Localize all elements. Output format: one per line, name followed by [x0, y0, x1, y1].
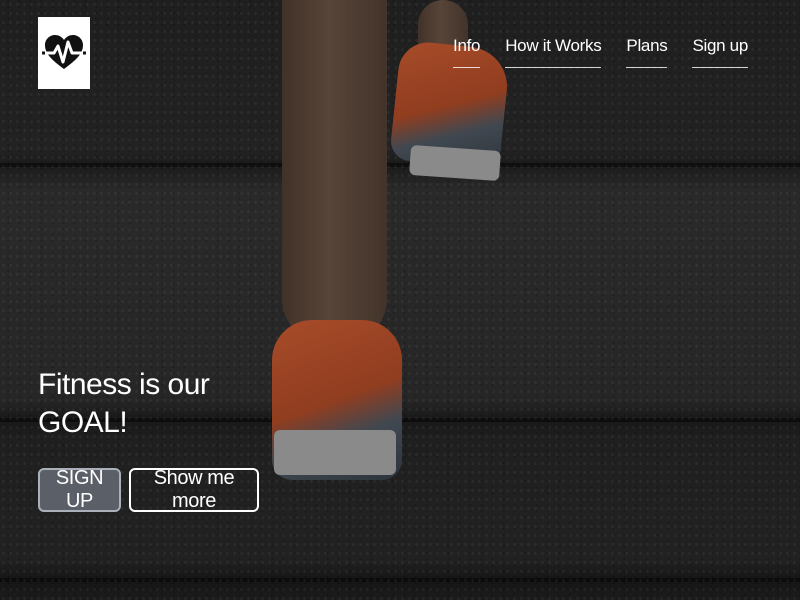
image-overlay: [0, 0, 800, 600]
hero-title-line2: GOAL!: [38, 406, 128, 439]
logo[interactable]: [38, 17, 90, 89]
hero-title-line1: Fitness is our: [38, 368, 210, 401]
heartbeat-icon: [42, 35, 86, 69]
hero-background-image: [0, 0, 800, 600]
nav-link-how-it-works[interactable]: How it Works: [505, 36, 602, 68]
nav-link-sign-up[interactable]: Sign up: [692, 36, 748, 68]
sign-up-button[interactable]: SIGN UP: [38, 467, 121, 512]
show-more-button[interactable]: Show me more: [129, 467, 259, 512]
nav-link-info[interactable]: Info: [453, 36, 480, 68]
main-nav: Info How it Works Plans Sign up: [453, 36, 748, 68]
nav-link-plans[interactable]: Plans: [626, 36, 668, 68]
hero-title: Fitness is our GOAL!: [38, 366, 298, 442]
